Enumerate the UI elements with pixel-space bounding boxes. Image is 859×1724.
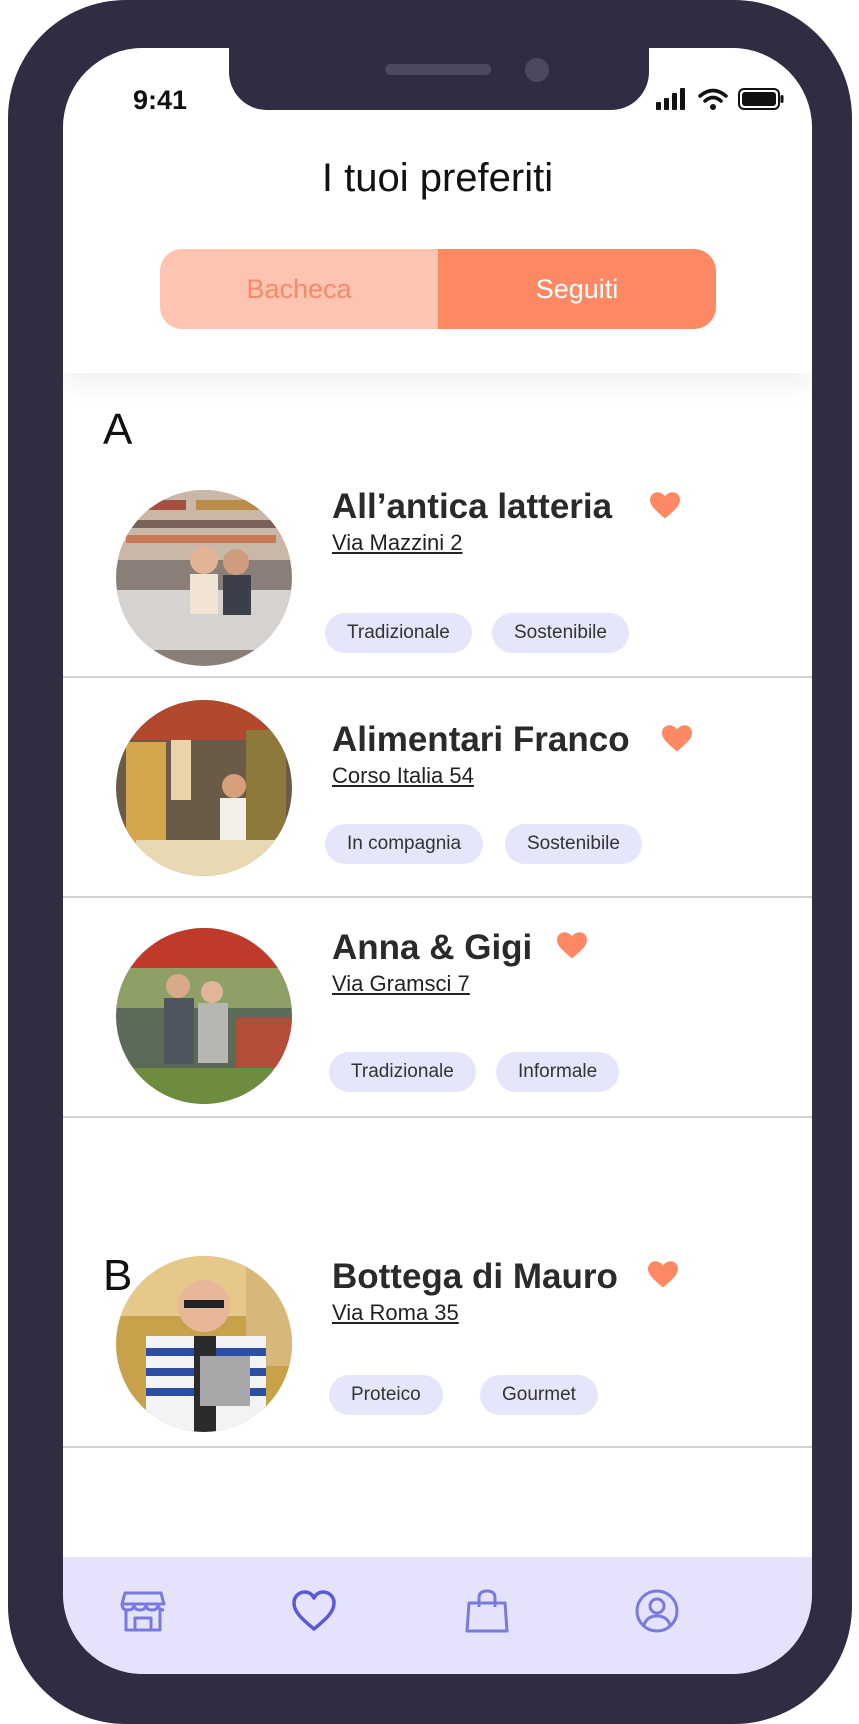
- tag: Tradizionale: [329, 1052, 476, 1092]
- tag: Sostenibile: [492, 613, 629, 653]
- user-icon[interactable]: [633, 1587, 681, 1635]
- tab-bar: [63, 1557, 812, 1674]
- shop-avatar: [116, 490, 292, 666]
- divider: [63, 1446, 812, 1448]
- shop-address[interactable]: Via Roma 35: [332, 1300, 459, 1326]
- shop-name: Bottega di Mauro: [332, 1257, 618, 1296]
- status-time: 9:41: [133, 85, 188, 115]
- mute-switch: [8, 232, 22, 294]
- tag: Gourmet: [480, 1375, 598, 1415]
- tab-bacheca[interactable]: Bacheca: [160, 249, 438, 329]
- shop-address[interactable]: Via Mazzini 2: [332, 530, 462, 556]
- heart-icon[interactable]: [650, 492, 680, 520]
- power-button: [838, 398, 852, 594]
- shop-address[interactable]: Corso Italia 54: [332, 763, 474, 789]
- page-title: I tuoi preferiti: [321, 156, 554, 200]
- shop-card[interactable]: Alimentari Franco Corso Italia 54 In com…: [63, 678, 812, 898]
- status-icons: [656, 88, 784, 110]
- shop-name: Anna & Gigi: [332, 928, 533, 967]
- segmented-control: Bacheca Seguiti: [160, 249, 716, 329]
- heart-icon[interactable]: [290, 1587, 338, 1635]
- camera: [525, 58, 549, 82]
- shop-card[interactable]: All’antica latteria Via Mazzini 2 Tradiz…: [63, 373, 812, 678]
- tag: Informale: [496, 1052, 620, 1092]
- heart-icon[interactable]: [648, 1261, 678, 1289]
- shop-address[interactable]: Via Gramsci 7: [332, 971, 470, 997]
- volume-up-button: [8, 356, 22, 480]
- tag: Tradizionale: [325, 613, 472, 653]
- shop-name: Alimentari Franco: [332, 720, 630, 759]
- shop-card[interactable]: Bottega di Mauro Via Roma 35 Proteico Go…: [63, 1118, 812, 1448]
- screen: 9:41 I tuoi preferiti Bacheca Seguiti A …: [63, 48, 812, 1674]
- volume-down-button: [8, 512, 22, 636]
- signal-icon: [656, 88, 685, 110]
- shop-icon[interactable]: [119, 1587, 167, 1635]
- phone-frame: 9:41 I tuoi preferiti Bacheca Seguiti A …: [8, 0, 852, 1724]
- tag: Sostenibile: [505, 824, 642, 864]
- heart-icon[interactable]: [557, 932, 587, 960]
- tab-seguiti[interactable]: Seguiti: [438, 249, 716, 329]
- wifi-icon: [698, 88, 728, 110]
- shop-avatar: [116, 700, 292, 876]
- tag: Proteico: [329, 1375, 443, 1415]
- shop-name: All’antica latteria: [332, 487, 613, 526]
- heart-icon[interactable]: [662, 725, 692, 753]
- speaker: [385, 64, 491, 75]
- header: 9:41 I tuoi preferiti Bacheca Seguiti: [63, 48, 812, 373]
- tag: In compagnia: [325, 824, 484, 864]
- notch: [229, 48, 649, 110]
- shop-card[interactable]: Anna & Gigi Via Gramsci 7 Tradizionale I…: [63, 898, 812, 1118]
- shop-avatar: [116, 928, 292, 1104]
- shop-avatar: [116, 1256, 292, 1432]
- battery-icon: [738, 88, 784, 110]
- shopping-bag-icon[interactable]: [463, 1587, 511, 1635]
